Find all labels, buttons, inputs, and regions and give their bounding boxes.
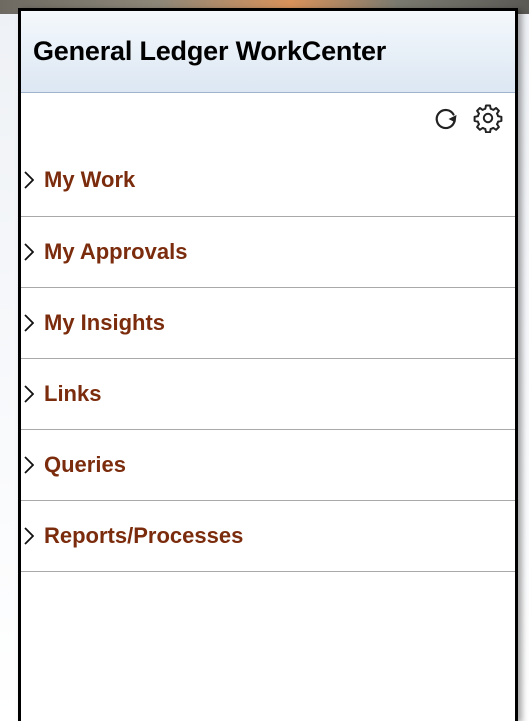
nav-label: Queries [44, 452, 126, 477]
chevron-right-icon [22, 525, 36, 547]
workcenter-panel: General Ledger WorkCenter My Work My App… [18, 8, 518, 721]
nav-label: My Work [44, 166, 136, 192]
nav-label: Reports/Processes [44, 523, 244, 548]
nav-label: My Insights [44, 310, 166, 335]
chevron-right-icon [22, 383, 36, 405]
nav-item-links[interactable]: Links [21, 359, 515, 430]
nav-item-queries[interactable]: Queries [21, 430, 515, 501]
chevron-right-icon [22, 169, 36, 191]
refresh-icon[interactable] [431, 103, 461, 133]
panel-title: General Ledger WorkCenter [33, 36, 387, 66]
chevron-right-icon [22, 241, 36, 263]
workcenter-nav: My Work My Approvals My Insights Links Q… [21, 143, 515, 572]
chevron-right-icon [22, 454, 36, 476]
nav-label: My Approvals [44, 239, 188, 264]
nav-item-my-insights[interactable]: My Insights [21, 288, 515, 359]
nav-item-my-work[interactable]: My Work [21, 143, 515, 217]
nav-item-reports-processes[interactable]: Reports/Processes [21, 501, 515, 572]
gear-icon[interactable] [473, 103, 503, 133]
panel-header: General Ledger WorkCenter [21, 11, 515, 93]
chevron-right-icon [22, 312, 36, 334]
nav-item-my-approvals[interactable]: My Approvals [21, 217, 515, 288]
gear-icon-glyph [473, 104, 503, 133]
panel-toolbar [21, 93, 515, 143]
refresh-icon-glyph [435, 108, 457, 130]
nav-label: Links [44, 381, 102, 406]
